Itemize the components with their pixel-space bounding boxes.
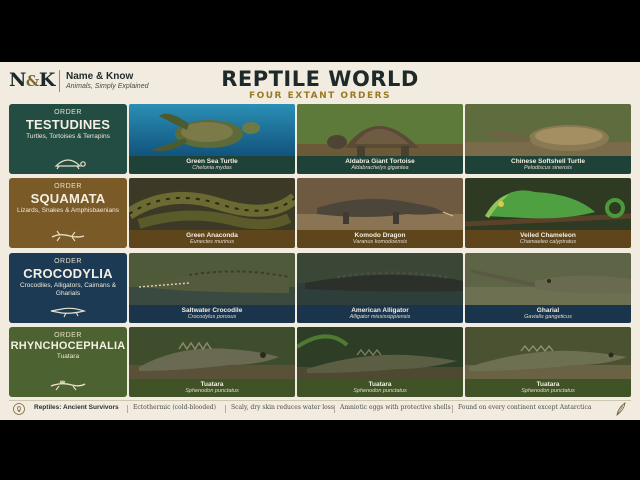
species-caption: Gharial Gavialis gangeticus	[465, 305, 631, 323]
page-title: REPTILE WORLD	[221, 67, 419, 91]
order-panel: ORDER TESTUDINES Turtles, Tortoises & Te…	[9, 104, 127, 174]
species-card[interactable]: Tuatara Sphenodon punctatus	[465, 327, 631, 397]
order-row-squamata: ORDER SQUAMATA Lizards, Snakes & Amphisb…	[9, 178, 631, 248]
species-scientific-name: Sphenodon punctatus	[353, 388, 407, 394]
species-caption: Saltwater Crocodile Crocodylus porosus	[129, 305, 295, 323]
softshell-turtle-photo	[465, 104, 631, 160]
species-card[interactable]: Saltwater Crocodile Crocodylus porosus	[129, 253, 295, 323]
komodo-dragon-photo	[297, 178, 463, 234]
footer-fact: Found on every continent except Antarcti…	[458, 404, 592, 411]
species-common-name: Green Sea Turtle	[186, 158, 238, 165]
green-sea-turtle-photo	[129, 104, 295, 160]
green-anaconda-photo	[129, 178, 295, 234]
species-scientific-name: Gavialis gangeticus	[524, 314, 572, 320]
species-caption: Veiled Chameleon Chamaeleo calyptratus	[465, 230, 631, 248]
species-card[interactable]: American Alligator Alligator mississippi…	[297, 253, 463, 323]
footer-heading: Reptiles: Ancient Survivors	[34, 404, 119, 411]
species-common-name: Saltwater Crocodile	[181, 307, 243, 314]
crocodile-icon	[50, 307, 87, 318]
species-scientific-name: Chamaeleo calyptratus	[519, 239, 577, 245]
aldabra-tortoise-photo	[297, 104, 463, 160]
species-caption: Komodo Dragon Varanus komodoensis	[297, 230, 463, 248]
species-common-name: Tuatara	[536, 381, 560, 388]
footer-fact: Ectothermic (cold-blooded)	[133, 404, 216, 411]
page-subtitle: FOUR EXTANT ORDERS	[248, 91, 392, 101]
turtle-icon	[54, 159, 86, 170]
gharial-photo	[465, 253, 631, 309]
species-common-name: Chinese Softshell Turtle	[511, 158, 585, 165]
order-description: Turtles, Tortoises & Terrapins	[26, 133, 110, 140]
species-caption: Tuatara Sphenodon punctatus	[465, 379, 631, 397]
species-card[interactable]: Gharial Gavialis gangeticus	[465, 253, 631, 323]
order-panel: ORDER CROCODYLIA Crocodiles, Alligators,…	[9, 253, 127, 323]
infographic-card: N&K Name & Know Animals, Simply Explaine…	[0, 62, 640, 420]
footer-fact: Scaly, dry skin reduces water loss	[231, 404, 334, 411]
species-caption: Green Sea Turtle Chelonia mydas	[129, 156, 295, 174]
order-row-crocodylia: ORDER CROCODYLIA Crocodiles, Alligators,…	[9, 253, 631, 323]
species-scientific-name: Chelonia mydas	[192, 165, 232, 171]
species-scientific-name: Sphenodon punctatus	[185, 388, 239, 394]
species-caption: Chinese Softshell Turtle Pelodiscus sine…	[465, 156, 631, 174]
species-common-name: Tuatara	[368, 381, 392, 388]
species-card[interactable]: Aldabra Giant Tortoise Aldabrachelys gig…	[297, 104, 463, 174]
species-scientific-name: Alligator mississippiensis	[349, 314, 411, 320]
veiled-chameleon-photo	[465, 178, 631, 234]
order-panel: ORDER RHYNCHOCEPHALIA Tuatara	[9, 327, 127, 397]
footer-fact: Amniotic eggs with protective shells	[340, 404, 451, 411]
species-scientific-name: Eunectes murinus	[189, 239, 235, 245]
order-label: ORDER	[54, 183, 82, 190]
order-name: TESTUDINES	[25, 117, 111, 132]
species-card[interactable]: Green Sea Turtle Chelonia mydas	[129, 104, 295, 174]
order-label: ORDER	[54, 332, 82, 339]
footer-divider	[334, 405, 335, 413]
order-description: Lizards, Snakes & Amphisbaenians	[17, 207, 119, 214]
tuatara-photo	[465, 327, 631, 383]
species-card[interactable]: Tuatara Sphenodon punctatus	[129, 327, 295, 397]
species-common-name: Gharial	[536, 307, 560, 314]
order-row-rhynchocephalia: ORDER RHYNCHOCEPHALIA Tuatara Tuatara Sp…	[9, 327, 631, 397]
order-name: SQUAMATA	[30, 191, 106, 206]
footer-facts-bar: Reptiles: Ancient Survivors Ectothermic …	[9, 400, 631, 416]
species-common-name: Komodo Dragon	[354, 232, 406, 239]
species-scientific-name: Aldabrachelys gigantea	[351, 165, 409, 171]
footer-divider	[127, 405, 128, 413]
order-label: ORDER	[54, 109, 82, 116]
order-row-testudines: ORDER TESTUDINES Turtles, Tortoises & Te…	[9, 104, 631, 174]
species-scientific-name: Sphenodon punctatus	[521, 388, 575, 394]
species-scientific-name: Crocodylus porosus	[187, 314, 237, 320]
species-caption: Aldabra Giant Tortoise Aldabrachelys gig…	[297, 156, 463, 174]
species-card[interactable]: Green Anaconda Eunectes murinus	[129, 178, 295, 248]
species-caption: Green Anaconda Eunectes murinus	[129, 230, 295, 248]
species-common-name: Veiled Chameleon	[520, 232, 576, 239]
tuatara-photo	[297, 327, 463, 383]
species-scientific-name: Pelodiscus sinensis	[524, 165, 572, 171]
order-label: ORDER	[54, 258, 82, 265]
lightbulb-icon	[13, 403, 25, 415]
species-scientific-name: Varanus komodoensis	[352, 239, 408, 245]
lizard-icon	[51, 230, 85, 242]
species-common-name: American Alligator	[351, 307, 409, 314]
tuatara-icon	[50, 379, 86, 391]
species-common-name: Aldabra Giant Tortoise	[345, 158, 415, 165]
species-card[interactable]: Chinese Softshell Turtle Pelodiscus sine…	[465, 104, 631, 174]
order-description: Crocodiles, Alligators, Caimans & Gharia…	[19, 282, 117, 297]
species-caption: Tuatara Sphenodon punctatus	[129, 379, 295, 397]
saltwater-crocodile-photo	[129, 253, 295, 309]
order-panel: ORDER SQUAMATA Lizards, Snakes & Amphisb…	[9, 178, 127, 248]
species-card[interactable]: Tuatara Sphenodon punctatus	[297, 327, 463, 397]
footer-divider	[225, 405, 226, 413]
species-common-name: Tuatara	[200, 381, 224, 388]
species-card[interactable]: Veiled Chameleon Chamaeleo calyptratus	[465, 178, 631, 248]
order-name: RHYNCHOCEPHALIA	[10, 340, 126, 352]
footer-divider	[452, 405, 453, 413]
order-description: Tuatara	[56, 353, 80, 360]
species-caption: American Alligator Alligator mississippi…	[297, 305, 463, 323]
species-common-name: Green Anaconda	[186, 232, 238, 239]
american-alligator-photo	[297, 253, 463, 309]
feather-icon	[616, 402, 626, 416]
species-caption: Tuatara Sphenodon punctatus	[297, 379, 463, 397]
species-card[interactable]: Komodo Dragon Varanus komodoensis	[297, 178, 463, 248]
tuatara-photo	[129, 327, 295, 383]
order-name: CROCODYLIA	[23, 266, 113, 281]
